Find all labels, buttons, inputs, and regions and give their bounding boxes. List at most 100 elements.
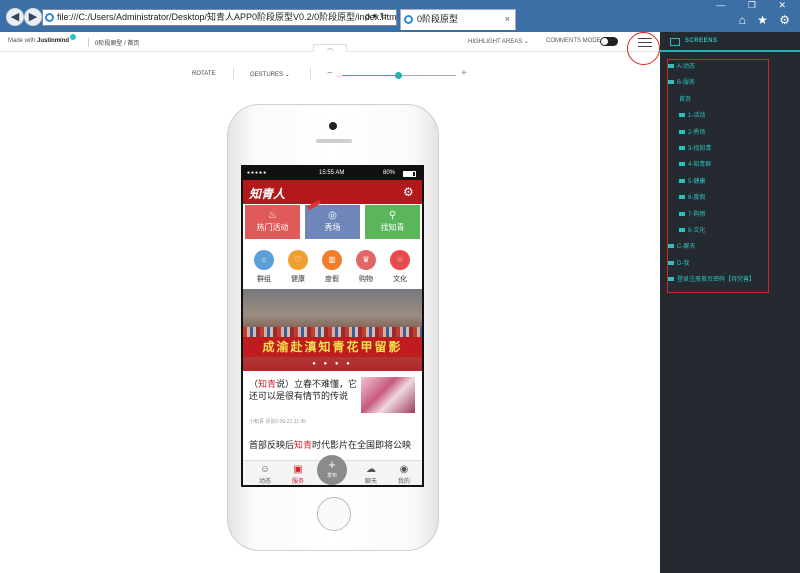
home-button[interactable] xyxy=(317,497,351,531)
flame-icon: ♨ xyxy=(268,210,277,221)
battery-icon xyxy=(403,171,416,177)
tab-label: 服务 xyxy=(291,479,304,485)
tile-hot-activities[interactable]: ♨ 热门活动 xyxy=(245,205,300,239)
screen-item[interactable]: 3-找知青 xyxy=(679,145,711,154)
window-controls[interactable]: — ❐ ✕ xyxy=(716,0,796,11)
zoom-out-button[interactable]: − xyxy=(327,68,333,79)
browser-tab[interactable]: 0阶段原型 × xyxy=(400,9,516,30)
screen-item[interactable]: 5-健康 xyxy=(679,178,705,187)
tab-bar: ☺ 动态 ▣ 服务 + 发布 ☁ 聊天 ◉ 我的 xyxy=(243,455,422,485)
folder-icon xyxy=(679,228,685,232)
breadcrumb[interactable]: 0阶段原型 / 首页 xyxy=(88,38,139,47)
screen-item[interactable]: D-我 xyxy=(668,260,689,269)
address-text: file:///C:/Users/Administrator/Desktop/知… xyxy=(57,12,397,22)
viewer-toolbar: ROTATE GESTURES ⌄ − + xyxy=(0,68,660,82)
screens-header[interactable]: SCREENS xyxy=(660,32,800,52)
ie-icon xyxy=(404,15,413,24)
user-icon: ◉ xyxy=(399,464,409,475)
screen-item-label: 6-度假 xyxy=(688,195,706,202)
tab-title: 0阶段原型 xyxy=(417,14,459,24)
heart-icon[interactable]: ♡ xyxy=(288,250,308,270)
tab-publish[interactable]: + 发布 xyxy=(317,455,347,485)
screen-item[interactable]: 4-知青群 xyxy=(679,161,711,170)
highlight-areas-label: HIGHLIGHT AREAS xyxy=(468,39,523,45)
ie-icon xyxy=(45,13,54,22)
tab-chat[interactable]: ☁ 聊天 xyxy=(356,461,386,485)
favorites-icons[interactable]: ⌂ ★ ⚙ xyxy=(739,13,794,27)
screen-item-label: 7-购物 xyxy=(688,211,706,218)
zoom-slider[interactable] xyxy=(342,72,456,79)
tab-label: 聊天 xyxy=(364,479,377,485)
tab-dynamic[interactable]: ☺ 动态 xyxy=(250,461,280,485)
tile-find-zhiqing[interactable]: ⚲ 找知青 xyxy=(365,205,420,239)
back-icon[interactable]: ◀ xyxy=(6,8,24,26)
comments-mode-toggle[interactable] xyxy=(600,37,618,46)
tile-label: 热门活动 xyxy=(256,223,289,232)
tile-showcase[interactable]: ◎ 秀场 xyxy=(305,199,360,239)
zoom-slider-handle[interactable] xyxy=(394,72,402,79)
gear-icon[interactable]: ⚙ xyxy=(403,185,414,199)
tab-close-icon[interactable]: × xyxy=(505,10,510,29)
annotation-circle xyxy=(627,32,660,65)
address-bar[interactable]: file:///C:/Users/Administrator/Desktop/知… xyxy=(42,9,397,26)
made-with[interactable]: Made with Justinmind xyxy=(8,38,69,44)
screen-item[interactable]: 1-活动 xyxy=(679,112,705,121)
forward-icon[interactable]: ▶ xyxy=(24,8,42,26)
zoom-in-button[interactable]: + xyxy=(461,68,467,79)
tab-label: 动态 xyxy=(258,479,271,485)
screen-item[interactable]: 8-文化 xyxy=(679,227,705,236)
screen-item[interactable]: 登录注册首页密码【待完善】 xyxy=(668,276,755,285)
brand-dot-icon xyxy=(70,34,76,40)
article-title[interactable]: 首部反映后知青时代影片在全国即将公映 xyxy=(249,439,417,451)
screen-item[interactable]: C-聊天 xyxy=(668,243,695,252)
folder-icon xyxy=(668,80,674,85)
highlight-areas-button[interactable]: HIGHLIGHT AREAS ⌄ xyxy=(468,38,529,45)
screens-title: SCREENS xyxy=(685,38,718,44)
folder-icon xyxy=(668,244,674,249)
zoom-slider-fill xyxy=(342,75,398,76)
divider xyxy=(310,68,311,80)
trophy-icon[interactable]: ♛ xyxy=(356,250,376,270)
address-tools[interactable]: ρ ▾ ↻ xyxy=(365,9,387,24)
screens-icon xyxy=(670,38,680,46)
screen-item[interactable]: 6-度假 xyxy=(679,194,705,203)
category-label: 健康 xyxy=(291,276,305,283)
screen-item[interactable]: 首页 xyxy=(679,96,691,105)
annotation-box xyxy=(667,59,769,293)
rotate-button[interactable]: ROTATE xyxy=(192,71,215,77)
banner-carousel[interactable]: 成渝赴滇知青花甲留影 ● ● ● ● xyxy=(243,289,422,371)
group-icon[interactable]: ⌂ xyxy=(254,250,274,270)
banner-caption: 成渝赴滇知青花甲留影 xyxy=(243,337,422,357)
medal-icon: ◎ xyxy=(328,210,337,221)
camera-icon xyxy=(329,122,337,130)
tile-label: 找知青 xyxy=(380,223,405,232)
screen-item[interactable]: A-动态 xyxy=(668,63,695,72)
status-time: 15:55 AM xyxy=(319,170,345,176)
collapse-toolbar-icon[interactable]: ︿ xyxy=(313,44,347,52)
tab-me[interactable]: ◉ 我的 xyxy=(389,461,419,485)
screen-item-label: 2-秀场 xyxy=(688,129,706,136)
article-title-rest: 时代影片在全国即将公映 xyxy=(312,440,412,450)
folder-icon xyxy=(679,211,685,216)
folder-icon xyxy=(668,260,674,265)
app-screen: ●●●●● 15:55 AM 80% 知青人 ⚙ ♨ 热门活动 ◎ 秀场 ⚲ 找… xyxy=(241,165,424,487)
divider xyxy=(233,68,234,80)
article-title[interactable]: （知青说）立春不难懂，它还可以是很有情节的传说 xyxy=(249,378,361,402)
screen-item-label: A-动态 xyxy=(677,64,696,70)
star-icon[interactable]: ☆ xyxy=(390,250,410,270)
status-bar: ●●●●● 15:55 AM 80% xyxy=(243,167,422,180)
tab-label: 发布 xyxy=(326,473,337,479)
comments-mode-label: COMMENTS MODE xyxy=(546,38,601,44)
tile-label: 秀场 xyxy=(324,223,341,232)
folder-icon xyxy=(668,64,674,68)
screen-item[interactable]: B-服务 xyxy=(668,79,695,88)
screen-item[interactable]: 7-购物 xyxy=(679,211,705,220)
screen-item[interactable]: 2-秀场 xyxy=(679,129,705,138)
building-icon[interactable]: ▥ xyxy=(322,250,342,270)
screen-item-label: 5-健康 xyxy=(688,178,706,185)
gestures-button[interactable]: GESTURES ⌄ xyxy=(250,71,290,78)
person-search-icon: ⚲ xyxy=(388,210,397,221)
tab-service[interactable]: ▣ 服务 xyxy=(283,461,313,485)
article-thumbnail[interactable] xyxy=(361,377,415,413)
carousel-dots[interactable]: ● ● ● ● xyxy=(243,361,422,367)
